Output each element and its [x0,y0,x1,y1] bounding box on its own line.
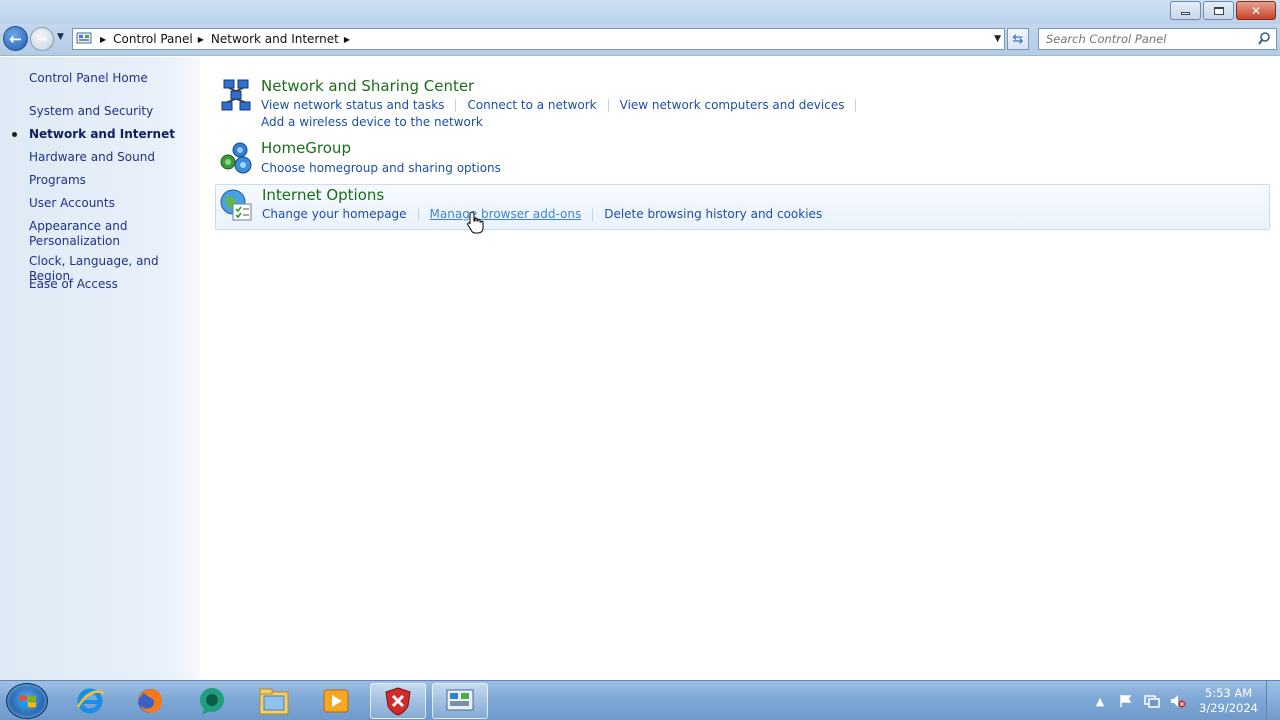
breadcrumb-chevron-icon[interactable]: ▶ [344,35,350,44]
chevron-down-icon: ▼ [57,32,64,42]
task-view-network-status[interactable]: View network status and tasks [261,98,444,112]
close-button[interactable]: ✕ [1236,1,1276,20]
security-shield-icon [385,687,411,716]
task-separator [417,208,419,221]
internet-explorer-icon [76,688,105,714]
task-connect-to-network[interactable]: Connect to a network [467,98,596,112]
taskbar-chat-app[interactable] [184,683,240,719]
minimize-icon [1181,12,1190,15]
sidebar-item-system-and-security[interactable]: System and Security [29,104,194,119]
taskbar-file-explorer[interactable] [246,683,302,719]
back-arrow-icon: ← [9,29,22,48]
taskbar: ▲ 5:53 AM 3/29/2024 [0,680,1280,720]
task-manage-browser-addons[interactable]: Manage browser add-ons [430,207,582,221]
refresh-button[interactable]: ⇆ [1007,28,1029,50]
category-title[interactable]: HomeGroup [261,139,351,157]
breadcrumb-label: Control Panel [113,32,193,46]
sidebar-item-control-panel-home[interactable]: Control Panel Home [29,71,194,86]
network-status-icon[interactable] [1141,690,1163,712]
main-content: Network and Sharing Center View network … [200,57,1280,680]
system-tray: ▲ 5:53 AM 3/29/2024 [1085,681,1280,720]
refresh-icon: ⇆ [1012,31,1024,47]
address-bar[interactable]: ▶ Control Panel ▶ Network and Internet ▶… [72,28,1005,50]
chevron-up-icon: ▲ [1095,694,1105,708]
caption-buttons: ✕ [1168,1,1276,20]
sidebar-item-ease-of-access[interactable]: Ease of Access [29,277,194,292]
address-dropdown-icon[interactable]: ▼ [994,34,1001,44]
category-homegroup: HomeGroup Choose homegroup and sharing o… [215,137,1270,181]
task-separator [592,208,594,221]
forward-arrow-icon: → [36,31,48,47]
window-titlebar: ✕ [0,0,1280,24]
clock-date: 3/29/2024 [1199,701,1258,715]
network-sharing-icon [221,79,251,111]
show-desktop-button[interactable] [1266,681,1280,720]
breadcrumb-network-and-internet[interactable]: Network and Internet [211,32,339,46]
task-delete-browsing-history[interactable]: Delete browsing history and cookies [604,207,822,221]
hand-cursor-icon [467,211,484,234]
task-separator [607,99,609,112]
action-center-flag-icon[interactable] [1115,690,1137,712]
breadcrumb-chevron-icon[interactable]: ▶ [198,35,204,44]
sidebar-item-appearance-and-personalization[interactable]: Appearance and Personalization [29,219,139,249]
recent-pages-button[interactable]: ▼ [57,32,64,42]
task-separator [855,99,857,112]
sidebar: Control Panel Home System and Security N… [0,57,200,680]
task-row: View network status and tasks Connect to… [261,98,867,112]
category-internet-options: Internet Options Change your homepage Ma… [215,184,1270,230]
clock-time: 5:53 AM [1204,686,1253,700]
windows-logo-icon [20,695,36,708]
taskbar-media-player[interactable] [308,683,364,719]
task-row: Add a wireless device to the network [261,115,483,129]
minimize-button[interactable] [1170,1,1201,20]
taskbar-control-panel[interactable] [432,683,488,719]
task-row: Change your homepage Manage browser add-… [262,207,822,221]
media-player-icon [323,689,349,713]
homegroup-icon [220,142,252,174]
internet-options-icon [220,189,252,221]
breadcrumb-label: Network and Internet [210,32,339,46]
start-button[interactable] [6,683,48,719]
firefox-icon [138,689,162,713]
task-row: Choose homegroup and sharing options [261,161,501,175]
taskbar-clock[interactable]: 5:53 AM 3/29/2024 [1199,686,1258,716]
file-explorer-icon [259,688,289,715]
volume-muted-icon[interactable] [1167,690,1189,712]
task-choose-homegroup-options[interactable]: Choose homegroup and sharing options [261,161,501,175]
restore-icon [1213,6,1224,15]
task-add-wireless-device[interactable]: Add a wireless device to the network [261,115,483,129]
task-separator [455,99,457,112]
sidebar-item-network-and-internet[interactable]: Network and Internet [29,127,194,142]
sidebar-item-user-accounts[interactable]: User Accounts [29,196,194,211]
forward-button[interactable]: → [30,27,54,51]
category-title[interactable]: Network and Sharing Center [261,77,474,95]
search-icon[interactable] [1258,32,1270,46]
show-hidden-icons-button[interactable]: ▲ [1089,690,1111,712]
back-button[interactable]: ← [3,26,28,51]
task-change-homepage[interactable]: Change your homepage [262,207,407,221]
search-box[interactable] [1038,28,1277,50]
maximize-button[interactable] [1203,1,1234,20]
control-panel-small-icon [73,29,95,49]
control-panel-icon [446,689,474,711]
task-view-network-computers[interactable]: View network computers and devices [620,98,845,112]
search-input[interactable] [1039,32,1249,46]
sidebar-item-hardware-and-sound[interactable]: Hardware and Sound [29,150,194,165]
current-item-bullet [12,132,17,137]
taskbar-internet-explorer[interactable] [62,683,118,719]
chat-app-icon [200,688,224,715]
breadcrumb-chevron-icon[interactable]: ▶ [100,35,106,44]
sidebar-item-programs[interactable]: Programs [29,173,194,188]
category-title[interactable]: Internet Options [262,186,384,204]
navigation-bar: ← → ▼ ▶ Control Panel ▶ Network and Inte… [0,24,1280,56]
taskbar-security-app[interactable] [370,683,426,719]
category-network-and-sharing-center: Network and Sharing Center View network … [215,74,1270,134]
taskbar-firefox[interactable] [122,683,178,719]
breadcrumb-control-panel[interactable]: Control Panel [113,32,193,46]
